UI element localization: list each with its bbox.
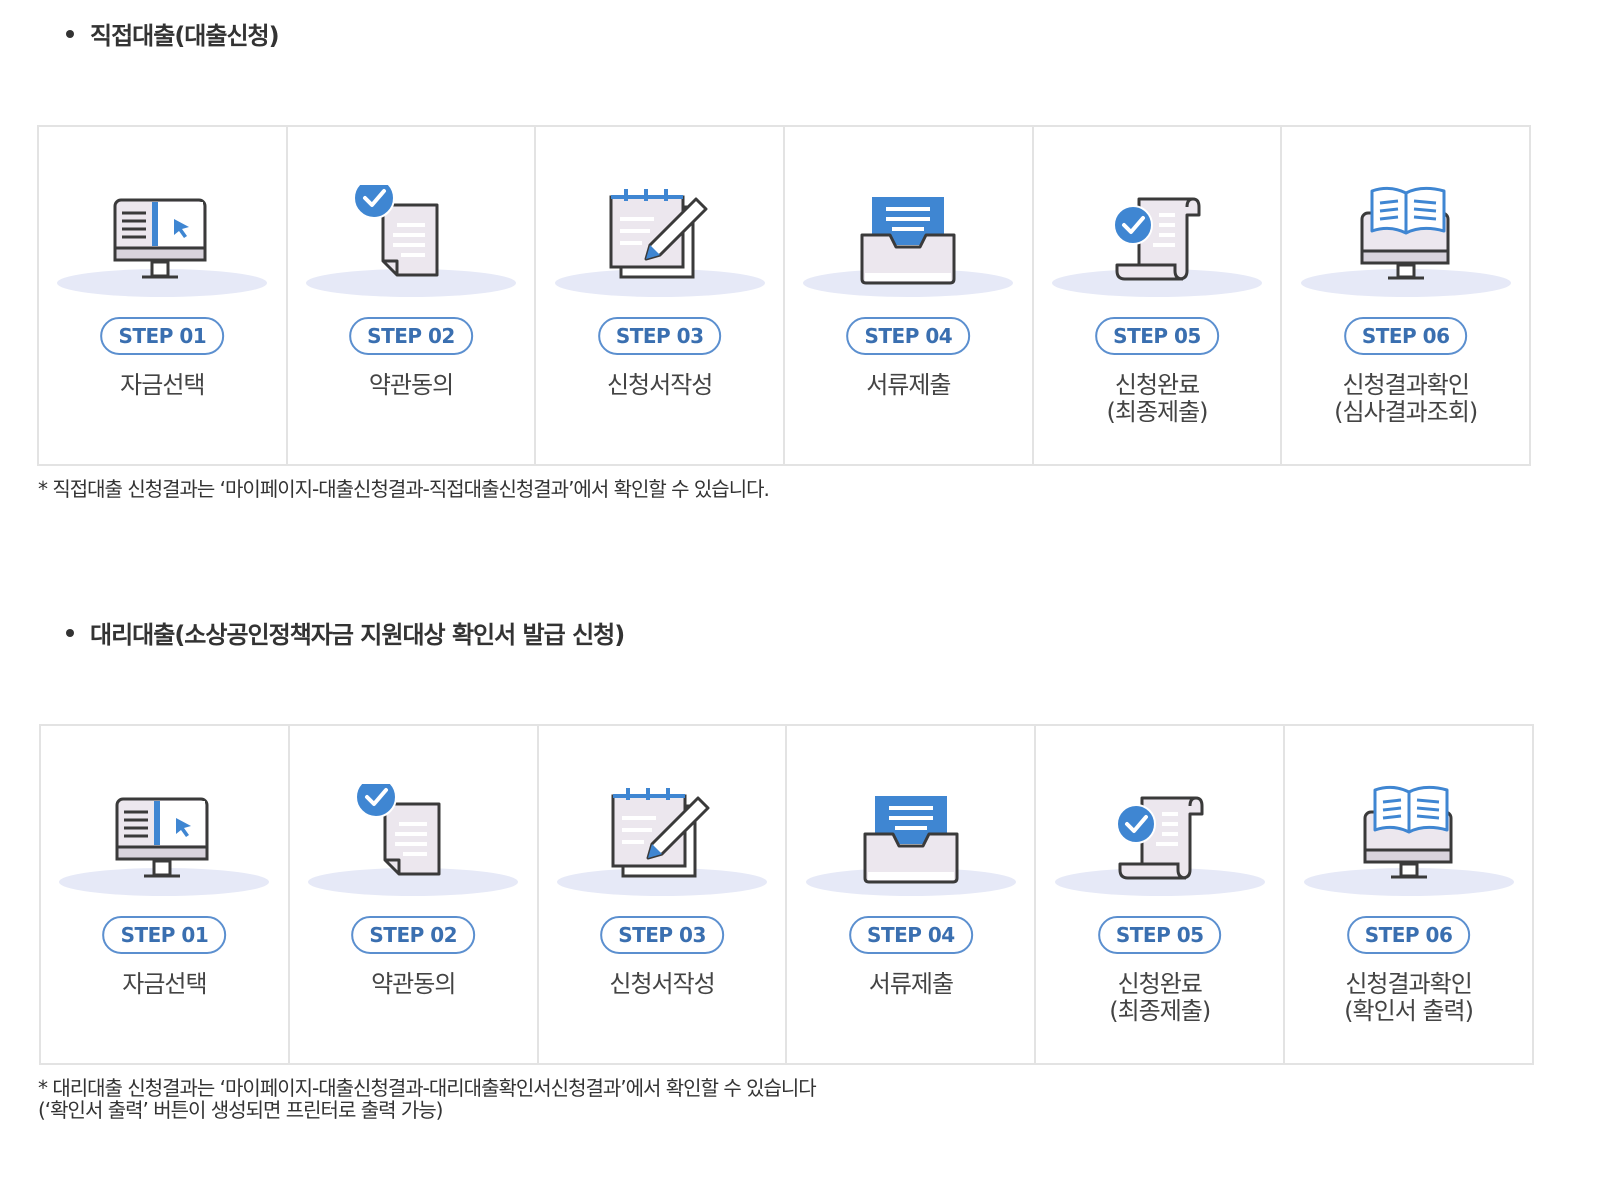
step-badge: STEP 04 [849,916,973,954]
step-label-line2: (확인서 출력) [1344,997,1474,1025]
proxy-step-04: STEP 04 서류제출 [787,726,1037,1063]
step-label-line1: 서류제출 [866,371,951,399]
step-label-line1: 신청결과확인 [1345,970,1472,998]
step-badge: STEP 02 [349,317,473,355]
note-line1: * 대리대출 신청결과는 ‘마이페이지-대출신청결과-대리대출확인서신청결과’에… [38,1076,817,1100]
step-badge: STEP 01 [102,916,227,954]
proxy-loan-title: 대리대출(소상공인정책자금 지원대상 확인서 발급 신청) [66,615,625,650]
direct-loan-title: 직접대출(대출신청) [66,16,280,51]
scroll-check-icon [1050,784,1270,904]
step-label-line1: 신청완료 [1117,970,1203,998]
step-badge: STEP 02 [351,916,476,954]
step-label-line1: 자금선택 [120,371,205,399]
step-badge: STEP 05 [1095,317,1219,355]
proxy-step-03: STEP 03 신청서작성 [539,726,788,1063]
direct-step-06: STEP 06 신청결과확인 (심사결과조회) [1282,127,1529,464]
note-line2: (‘확인서 출력’ 버튼이 생성되면 프린터로 출력 가능) [38,1098,443,1122]
note-line1: * 직접대출 신청결과는 ‘마이페이지-대출신청결과-직접대출신청결과’에서 확… [38,477,770,501]
step-label-line1: 신청완료 [1114,371,1200,399]
monitor-book-icon [1296,185,1516,305]
step-label: 신청결과확인 (심사결과조회) [1282,372,1529,426]
step-label: 약관동의 [290,971,537,998]
step-label-line1: 자금선택 [122,970,207,998]
step-badge: STEP 06 [1343,317,1468,355]
direct-step-02: STEP 02 약관동의 [288,127,537,464]
bullet-icon [66,29,74,38]
step-badge: STEP 03 [600,916,724,954]
proxy-step-05: STEP 05 신청완료 (최종제출) [1036,726,1286,1063]
step-badge: STEP 03 [597,317,722,355]
step-label: 서류제출 [785,372,1032,399]
step-label-line1: 서류제출 [868,970,954,998]
step-label: 신청완료 (최종제출) [1034,372,1281,426]
step-label: 신청서작성 [539,971,786,998]
direct-loan-title-text: 직접대출(대출신청) [90,22,280,50]
notepad-pencil-icon [550,185,770,305]
step-label: 서류제출 [787,971,1034,998]
proxy-step-02: STEP 02 약관동의 [290,726,539,1063]
step-label-line1: 약관동의 [371,970,456,998]
step-label-line1: 신청서작성 [609,970,715,998]
scroll-check-icon [1047,185,1267,305]
document-check-icon [303,784,523,904]
direct-step-01: STEP 01 자금선택 [39,127,288,464]
step-label: 신청결과확인 (확인서 출력) [1285,971,1532,1025]
step-label: 자금선택 [41,971,288,998]
step-label-line2: (최종제출) [1109,997,1211,1025]
direct-loan-note: * 직접대출 신청결과는 ‘마이페이지-대출신청결과-직접대출신청결과’에서 확… [38,477,770,501]
direct-loan-steps: STEP 01 자금선택 STEP 02 약관동의 STEP 03 신청서작성 [37,125,1531,466]
direct-step-04: STEP 04 서류제출 [785,127,1034,464]
step-badge: STEP 06 [1346,916,1471,954]
step-label-line2: (최종제출) [1106,398,1209,426]
step-badge: STEP 04 [846,317,971,355]
bullet-icon [66,628,74,637]
proxy-loan-title-text: 대리대출(소상공인정책자금 지원대상 확인서 발급 신청) [90,621,625,649]
proxy-step-06: STEP 06 신청결과확인 (확인서 출력) [1285,726,1532,1063]
proxy-loan-note: * 대리대출 신청결과는 ‘마이페이지-대출신청결과-대리대출확인서신청결과’에… [38,1076,817,1122]
monitor-cursor-icon [52,185,272,305]
direct-step-05: STEP 05 신청완료 (최종제출) [1034,127,1283,464]
step-label: 신청서작성 [536,372,783,399]
step-label-line1: 약관동의 [368,371,454,399]
proxy-step-01: STEP 01 자금선택 [41,726,290,1063]
step-badge: STEP 05 [1097,916,1222,954]
direct-step-03: STEP 03 신청서작성 [536,127,786,464]
document-check-icon [301,185,521,305]
step-label-line2: (심사결과조회) [1334,398,1478,426]
step-label: 신청완료 (최종제출) [1036,971,1283,1025]
inbox-tray-icon [798,185,1018,305]
step-badge: STEP 01 [100,317,225,355]
step-label-line1: 신청서작성 [606,371,713,399]
monitor-cursor-icon [54,784,274,904]
step-label-line1: 신청결과확인 [1342,371,1469,399]
proxy-loan-steps: STEP 01 자금선택 STEP 02 약관동의 STEP 03 신청서작성 [39,724,1534,1065]
inbox-tray-icon [801,784,1021,904]
step-label: 자금선택 [39,372,286,399]
monitor-book-icon [1299,784,1519,904]
notepad-pencil-icon [552,784,772,904]
step-label: 약관동의 [288,372,535,399]
